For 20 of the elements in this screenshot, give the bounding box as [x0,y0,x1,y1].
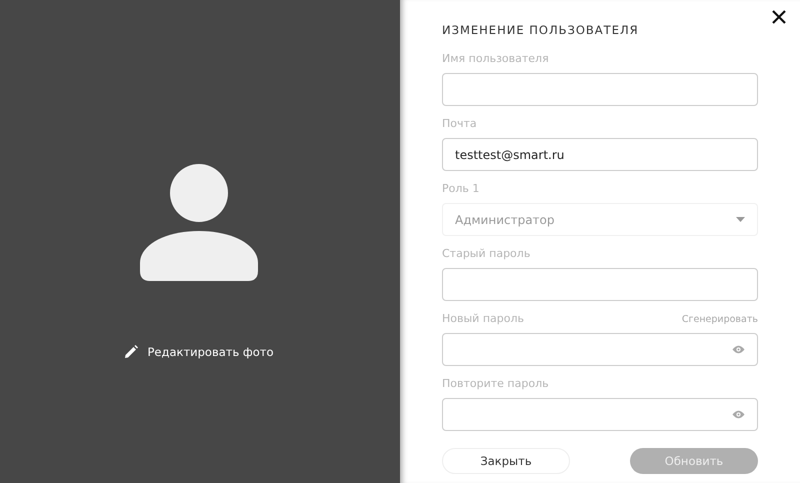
dialog-title: ИЗМЕНЕНИЕ ПОЛЬЗОВАТЕЛЯ [442,23,640,39]
person-silhouette-icon [140,163,258,281]
field-label: Роль 1 [442,182,480,195]
dropdown-caret-icon [736,217,745,222]
input-field[interactable] [442,73,758,106]
field-label: Почта [442,117,477,130]
edit-photo-link[interactable]: Редактировать фото [124,345,274,359]
password-field[interactable] [442,333,758,366]
close-icon[interactable] [772,10,786,24]
close-button[interactable]: Закрыть [442,448,570,474]
input-field[interactable]: testtest@smart.ru [442,138,758,171]
field-label: Новый пароль [442,312,524,325]
password-field[interactable] [442,398,758,431]
field-label: Имя пользователя [442,52,549,65]
eye-icon[interactable] [732,410,745,419]
pencil-icon [124,345,138,359]
eye-icon[interactable] [732,345,745,354]
password-field[interactable] [442,268,758,301]
field-label: Повторите пароль [442,377,549,390]
field-label: Старый пароль [442,247,530,260]
